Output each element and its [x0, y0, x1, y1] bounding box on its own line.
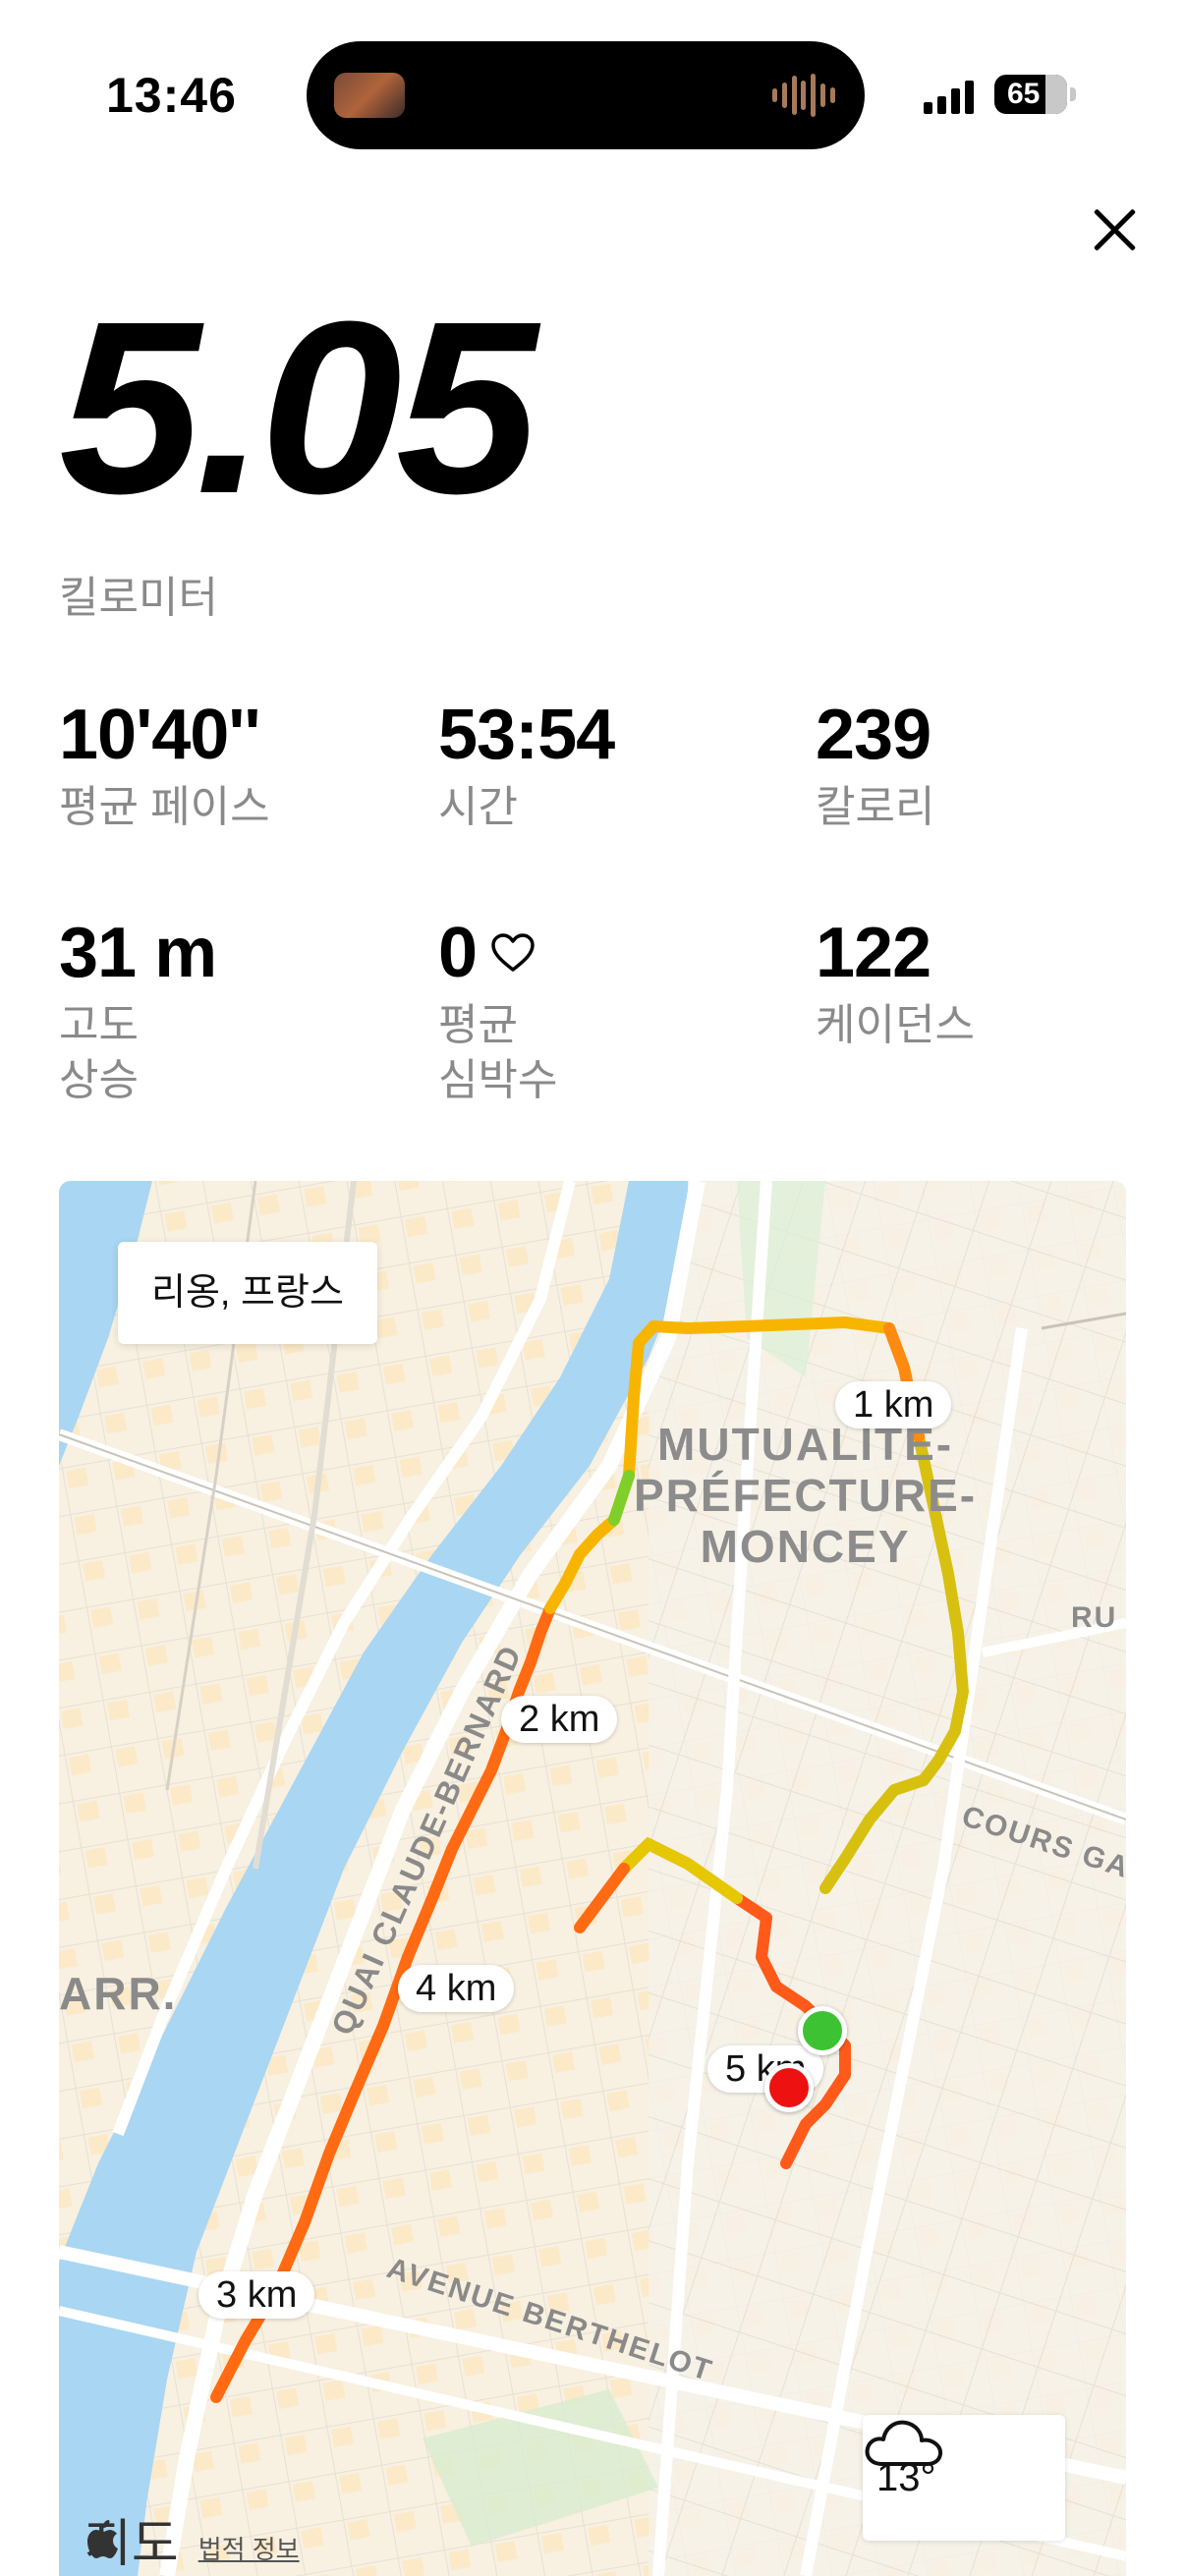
- arrondissement-label: ARR.: [59, 1968, 178, 2019]
- apple-maps-logo: 지도: [85, 2519, 179, 2570]
- district-label: MUTUALITÉ- PRÉFECTURE- MONCEY: [634, 1419, 977, 1572]
- district-line-3: MONCEY: [700, 1521, 911, 1572]
- weather-badge: 13°: [863, 2415, 1065, 2541]
- route-map[interactable]: MUTUALITÉ- PRÉFECTURE- MONCEY QUAI CLAUD…: [59, 1181, 1126, 2576]
- stat-elevation-gain: 31 m 고도 상승: [59, 914, 217, 1108]
- km-marker: 1 km: [835, 1381, 952, 1428]
- battery-icon: 65: [994, 75, 1067, 114]
- end-pin: [764, 2063, 814, 2112]
- stat-avg-pace: 10'40'' 평균 페이스: [59, 700, 270, 835]
- stat-value: 122: [816, 914, 931, 992]
- stat-calories: 239 칼로리: [816, 700, 934, 835]
- distance-unit: 킬로미터: [59, 574, 218, 622]
- status-time: 13:46: [106, 68, 237, 123]
- now-playing-artwork: [334, 73, 405, 118]
- stat-label: 평균 페이스: [59, 783, 270, 831]
- map-attribution: 지도 법적 정보: [85, 2519, 300, 2570]
- stat-avg-heart-rate: 0 평균 심박수: [438, 918, 557, 1108]
- map-canvas: [59, 1181, 1126, 2576]
- close-button[interactable]: [1087, 202, 1142, 257]
- battery-nub: [1070, 87, 1076, 101]
- street-ru: RU: [1071, 1601, 1118, 1634]
- stat-value: 53:54: [438, 696, 615, 774]
- stat-label: 고도 상승: [59, 1001, 139, 1104]
- audio-waveform-icon: [772, 73, 835, 118]
- stat-duration: 53:54 시간: [438, 696, 615, 835]
- dynamic-island[interactable]: [307, 41, 865, 149]
- location-chip: 리옹, 프랑스: [118, 1242, 377, 1344]
- stat-label: 칼로리: [816, 783, 935, 831]
- district-line-2: PRÉFECTURE-: [634, 1470, 978, 1521]
- stat-value: 10'40'': [59, 696, 261, 774]
- start-pin: [798, 2006, 847, 2055]
- km-marker: 2 km: [501, 1696, 618, 1743]
- cloud-icon: [865, 2420, 943, 2466]
- total-distance: 5.05: [59, 270, 537, 544]
- apple-icon: [87, 2520, 118, 2558]
- stat-label: 케이던스: [816, 1001, 975, 1049]
- stat-label: 평균 심박수: [438, 1001, 558, 1104]
- stat-label: 시간: [438, 783, 518, 831]
- stat-value-row: 0: [438, 918, 557, 988]
- stat-cadence: 122 케이던스: [816, 918, 975, 1053]
- battery-level: 65: [1007, 78, 1041, 110]
- km-marker: 4 km: [398, 1965, 515, 2012]
- heart-icon: [491, 933, 535, 972]
- cellular-signal-icon: [924, 79, 974, 114]
- stat-value: 239: [816, 696, 931, 774]
- km-marker: 3 km: [198, 2271, 315, 2319]
- stat-value: 0: [438, 914, 478, 992]
- stat-value: 31 m: [59, 914, 217, 992]
- legal-link[interactable]: 법적 정보: [198, 2530, 300, 2566]
